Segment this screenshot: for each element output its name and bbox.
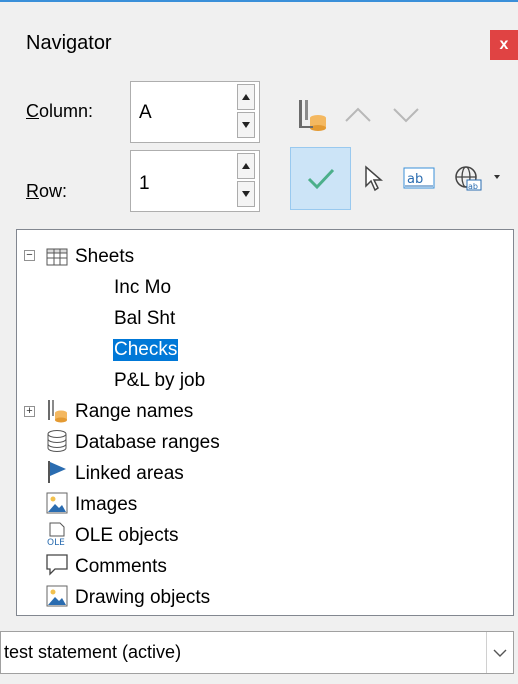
arrow-down-icon: [242, 122, 250, 128]
next-icon[interactable]: [391, 101, 421, 127]
document-select[interactable]: test statement (active): [0, 631, 514, 674]
ole-object-icon: OLE: [47, 522, 65, 546]
arrow-up-icon: [242, 94, 250, 100]
tree-item-linked-areas[interactable]: Linked areas: [75, 463, 184, 485]
row-spinbox[interactable]: 1: [130, 150, 260, 212]
document-select-dropdown-button[interactable]: [486, 632, 513, 673]
window-title: Navigator: [26, 32, 112, 54]
tree-item-sheet[interactable]: Inc Mo: [114, 277, 171, 299]
chevron-down-icon: [493, 649, 507, 657]
sheets-icon: [46, 248, 68, 266]
row-value[interactable]: 1: [139, 173, 150, 195]
arrow-up-icon: [242, 163, 250, 169]
column-label-rest: olumn:: [39, 101, 94, 121]
range-names-icon: [48, 400, 67, 423]
svg-text:OLE: OLE: [47, 538, 65, 546]
column-decrement-button[interactable]: [237, 112, 255, 138]
tree-item-sheet[interactable]: P&L by job: [114, 370, 205, 392]
svg-text:ab: ab: [468, 182, 478, 191]
close-button[interactable]: x: [490, 30, 518, 60]
document-select-value: test statement (active): [4, 642, 182, 662]
content-view-button[interactable]: [290, 147, 351, 210]
arrow-down-icon: [242, 191, 250, 197]
collapse-sheets-toggle[interactable]: −: [24, 250, 35, 261]
comment-icon: [46, 554, 68, 576]
tree-item-comments[interactable]: Comments: [75, 556, 167, 578]
tree-item-sheet[interactable]: Bal Sht: [114, 308, 175, 330]
checkmark-icon: [307, 168, 335, 190]
row-label-rest: ow:: [39, 181, 68, 201]
previous-icon[interactable]: [343, 101, 373, 127]
column-spinbox[interactable]: A: [130, 81, 260, 143]
linked-areas-icon: [48, 461, 66, 483]
column-increment-button[interactable]: [237, 84, 255, 110]
image-icon: [46, 492, 68, 514]
tree-item-drawing-objects[interactable]: Drawing objects: [75, 587, 210, 609]
range-names-icon[interactable]: [296, 98, 330, 132]
tree-item-ole-objects[interactable]: OLE objects: [75, 525, 179, 547]
tree-item-sheets[interactable]: Sheets: [75, 246, 134, 268]
column-value[interactable]: A: [139, 102, 152, 124]
row-label: Row:: [26, 181, 68, 201]
drag-mode-icon[interactable]: [362, 164, 384, 192]
row-increment-button[interactable]: [237, 153, 255, 179]
drawing-object-icon: [46, 585, 68, 607]
tree-item-images[interactable]: Images: [75, 494, 137, 516]
global-icon[interactable]: ab: [452, 163, 502, 193]
tree-item-range-names[interactable]: Range names: [75, 401, 193, 423]
column-label: Column:: [26, 101, 94, 121]
content-tree[interactable]: − Sheets Inc Mo Bal Sht Checks P&L by jo…: [16, 229, 514, 616]
tree-item-database-ranges[interactable]: Database ranges: [75, 432, 220, 454]
expand-range-names-toggle[interactable]: +: [24, 406, 35, 417]
insert-as-hyperlink-icon[interactable]: ab: [402, 164, 436, 192]
title-bar: Navigator x: [0, 2, 518, 66]
database-icon: [47, 430, 67, 452]
row-decrement-button[interactable]: [237, 181, 255, 207]
tree-item-sheet-selected[interactable]: Checks: [113, 339, 179, 361]
svg-text:ab: ab: [407, 172, 423, 187]
